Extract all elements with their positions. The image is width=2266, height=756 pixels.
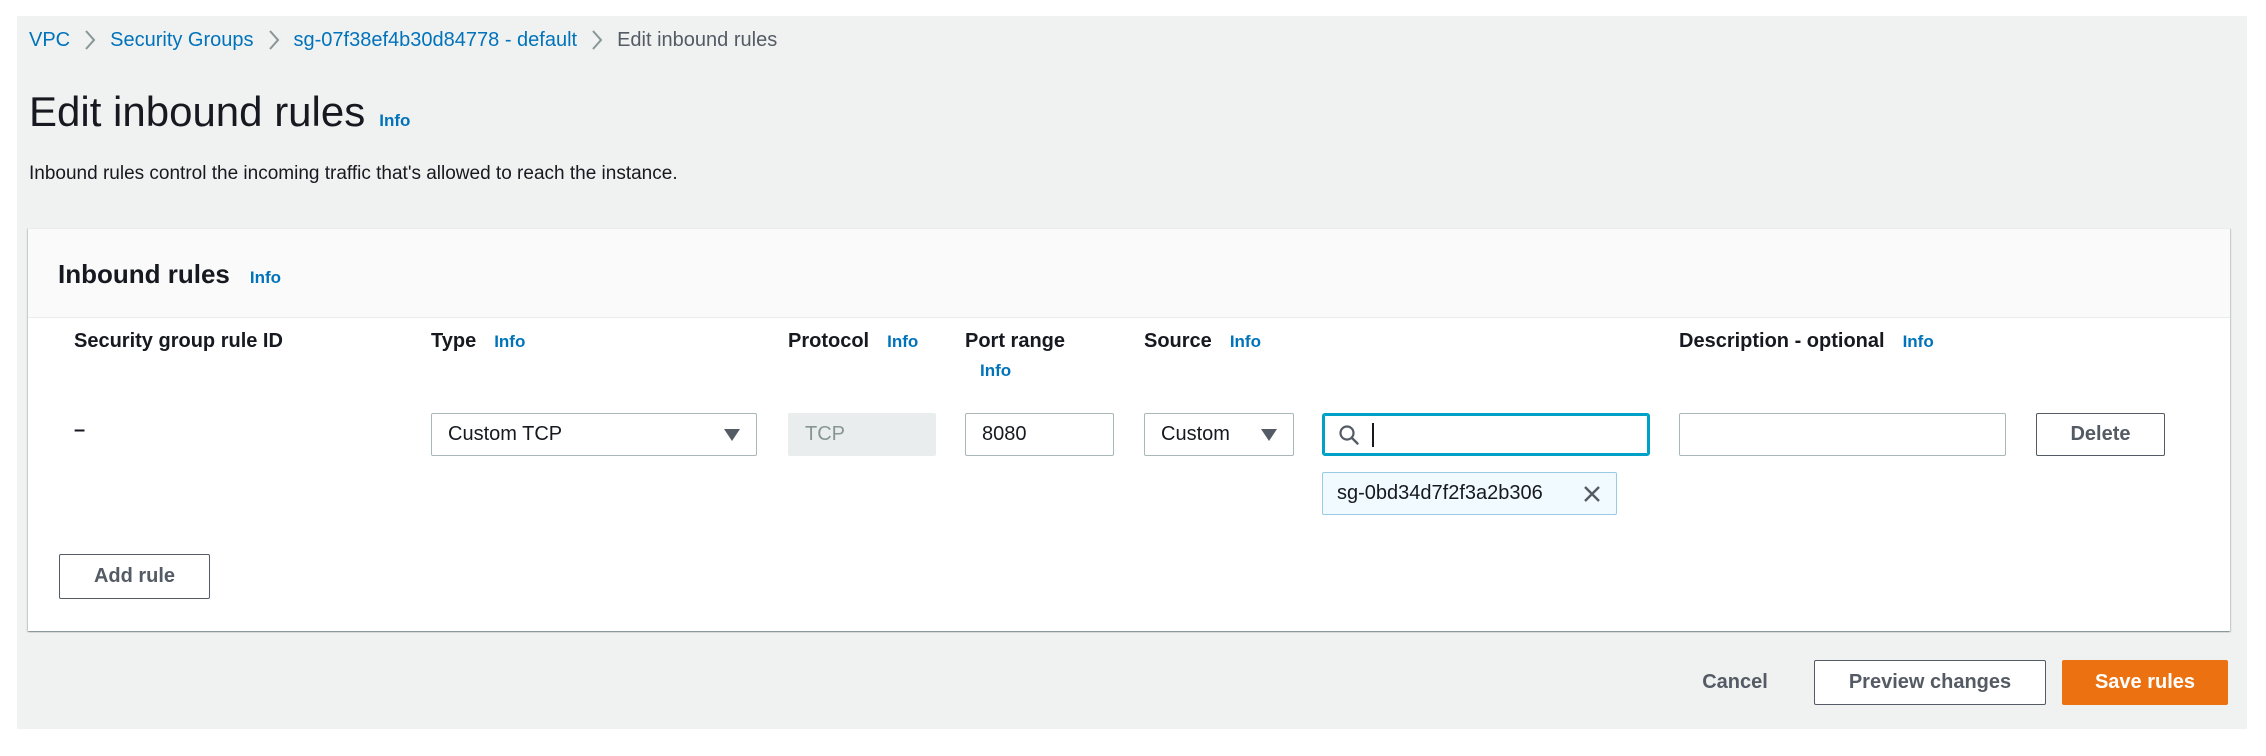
type-select-value: Custom TCP (448, 423, 563, 445)
preview-changes-button[interactable]: Preview changes (1814, 660, 2046, 705)
panel-title: Inbound rules Info (58, 259, 281, 290)
column-header-type: Type Info (431, 330, 525, 353)
cancel-label: Cancel (1702, 670, 1768, 693)
breadcrumb-security-group[interactable]: sg-07f38ef4b30d84778 - default (294, 29, 578, 52)
type-select[interactable]: Custom TCP (431, 413, 757, 456)
column-label: Protocol (788, 330, 870, 352)
add-rule-button[interactable]: Add rule (59, 554, 210, 599)
source-token-label: sg-0bd34d7f2f3a2b306 (1337, 482, 1543, 504)
panel-info-link[interactable]: Info (250, 268, 281, 288)
source-type-select[interactable]: Custom (1144, 413, 1294, 456)
description-info-link[interactable]: Info (1903, 332, 1934, 352)
page-description: Inbound rules control the incoming traff… (29, 163, 678, 184)
caret-down-icon (724, 428, 740, 441)
column-header-protocol: Protocol Info (788, 330, 918, 353)
save-rules-button[interactable]: Save rules (2062, 660, 2228, 705)
breadcrumb-security-groups[interactable]: Security Groups (110, 29, 253, 52)
protocol-value: TCP (805, 423, 845, 445)
page-info-link[interactable]: Info (379, 111, 410, 131)
column-header-port-range: Port range (965, 330, 1065, 353)
text-cursor (1372, 422, 1374, 447)
port-range-value: 8080 (982, 423, 1027, 445)
panel-header: Inbound rules Info (28, 229, 2230, 318)
description-input[interactable] (1679, 413, 2006, 456)
source-token: sg-0bd34d7f2f3a2b306 (1322, 472, 1617, 515)
column-header-description: Description - optional Info (1679, 330, 1934, 353)
source-info-link[interactable]: Info (1230, 332, 1261, 352)
source-type-value: Custom (1161, 423, 1230, 445)
column-label: Description - optional (1679, 330, 1885, 352)
chevron-right-icon (268, 29, 280, 51)
source-search-input[interactable] (1322, 413, 1650, 456)
preview-changes-label: Preview changes (1848, 671, 2012, 693)
port-range-info-link[interactable]: Info (980, 361, 1011, 381)
delete-rule-button[interactable]: Delete (2036, 413, 2165, 456)
page-title: Edit inbound rules Info (29, 88, 410, 136)
chevron-right-icon (591, 29, 603, 51)
search-icon (1338, 424, 1360, 446)
breadcrumb-current: Edit inbound rules (617, 28, 778, 51)
type-info-link[interactable]: Info (494, 332, 525, 352)
protocol-info-link[interactable]: Info (887, 332, 918, 352)
caret-down-icon (1261, 428, 1277, 441)
add-rule-label: Add rule (93, 565, 176, 587)
page-title-text: Edit inbound rules (29, 88, 366, 135)
column-label: Type (431, 330, 477, 352)
column-header-source: Source Info (1144, 330, 1261, 353)
column-label: Security group rule ID (74, 330, 283, 352)
close-icon[interactable] (1582, 484, 1602, 504)
cancel-button[interactable]: Cancel (1690, 660, 1780, 704)
breadcrumb: VPC Security Groups sg-07f38ef4b30d84778… (29, 26, 777, 54)
delete-label: Delete (2070, 423, 2131, 445)
rule-id-value: – (74, 419, 86, 441)
protocol-field: TCP (788, 413, 936, 456)
column-label: Port range (965, 330, 1066, 352)
column-header-rule-id: Security group rule ID (74, 330, 283, 353)
inbound-rules-panel: Inbound rules Info Security group rule I… (28, 228, 2230, 631)
breadcrumb-vpc[interactable]: VPC (29, 29, 70, 52)
column-label: Source (1144, 330, 1212, 352)
port-range-input[interactable]: 8080 (965, 413, 1114, 456)
save-rules-label: Save rules (2094, 671, 2196, 693)
panel-title-text: Inbound rules (58, 259, 230, 289)
chevron-right-icon (84, 29, 96, 51)
